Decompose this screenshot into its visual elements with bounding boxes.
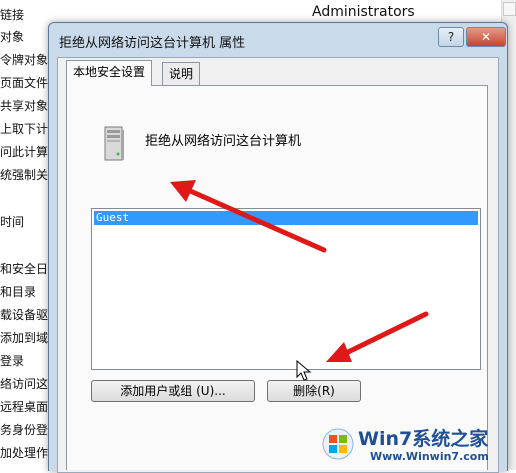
policy-title: 拒绝从网络访问这台计算机 (145, 134, 302, 149)
list-item-selected[interactable]: Guest (94, 211, 478, 225)
windows-logo-icon (322, 428, 354, 460)
policy-list-item[interactable]: 问此计算 (0, 143, 48, 160)
policy-list-item[interactable]: 加处理作 (0, 444, 48, 461)
policy-list-item[interactable]: 时间 (0, 213, 24, 230)
tab-explain[interactable]: 说明 (162, 62, 201, 85)
policy-list-item[interactable]: 链接 (0, 6, 24, 23)
mouse-cursor-icon (296, 360, 312, 381)
watermark: Win7系统之家 Www.Winwin7.com (318, 420, 514, 470)
policy-list-item[interactable]: 和目录 (0, 283, 36, 300)
policy-list-item[interactable]: 远程桌面 (0, 398, 48, 415)
policy-list-item[interactable]: 登录 (0, 352, 24, 369)
scroll-up-button[interactable] (503, 2, 516, 16)
column-header-security-setting[interactable]: Administrators (312, 4, 415, 20)
policy-list-item[interactable]: 令牌对象 (0, 51, 48, 68)
policy-list-item[interactable]: 对象 (0, 28, 24, 45)
server-icon (104, 126, 124, 161)
add-user-or-group-button[interactable]: 添加用户或组 (U)... (91, 380, 255, 402)
properties-dialog: 拒绝从网络访问这台计算机 属性 ? ✕ 本地安全设置 说明 拒绝从网络访问这台计… (48, 22, 508, 473)
users-listbox[interactable]: Guest (91, 208, 481, 370)
close-button[interactable]: ✕ (466, 27, 506, 47)
tab-local-security-setting[interactable]: 本地安全设置 (66, 60, 153, 86)
watermark-url: Www.Winwin7.com (370, 450, 489, 463)
dialog-titlebar[interactable]: 拒绝从网络访问这台计算机 属性 ? ✕ (49, 23, 507, 55)
dialog-title: 拒绝从网络访问这台计算机 属性 (59, 36, 246, 51)
policy-list-item[interactable]: 共享对象 (0, 97, 48, 114)
policy-list-item[interactable]: 页面文件 (0, 74, 48, 91)
policy-list-item[interactable]: 添加到域 (0, 329, 48, 346)
dialog-client-area: 本地安全设置 说明 拒绝从网络访问这台计算机 Guest 添加用户或组 (U).… (57, 57, 499, 473)
help-button[interactable]: ? (438, 27, 464, 47)
tab-panel: 拒绝从网络访问这台计算机 Guest 添加用户或组 (U)... 删除(R) (66, 85, 488, 470)
watermark-brand: Win7系统之家 (358, 428, 489, 450)
remove-button[interactable]: 删除(R) (267, 380, 361, 402)
